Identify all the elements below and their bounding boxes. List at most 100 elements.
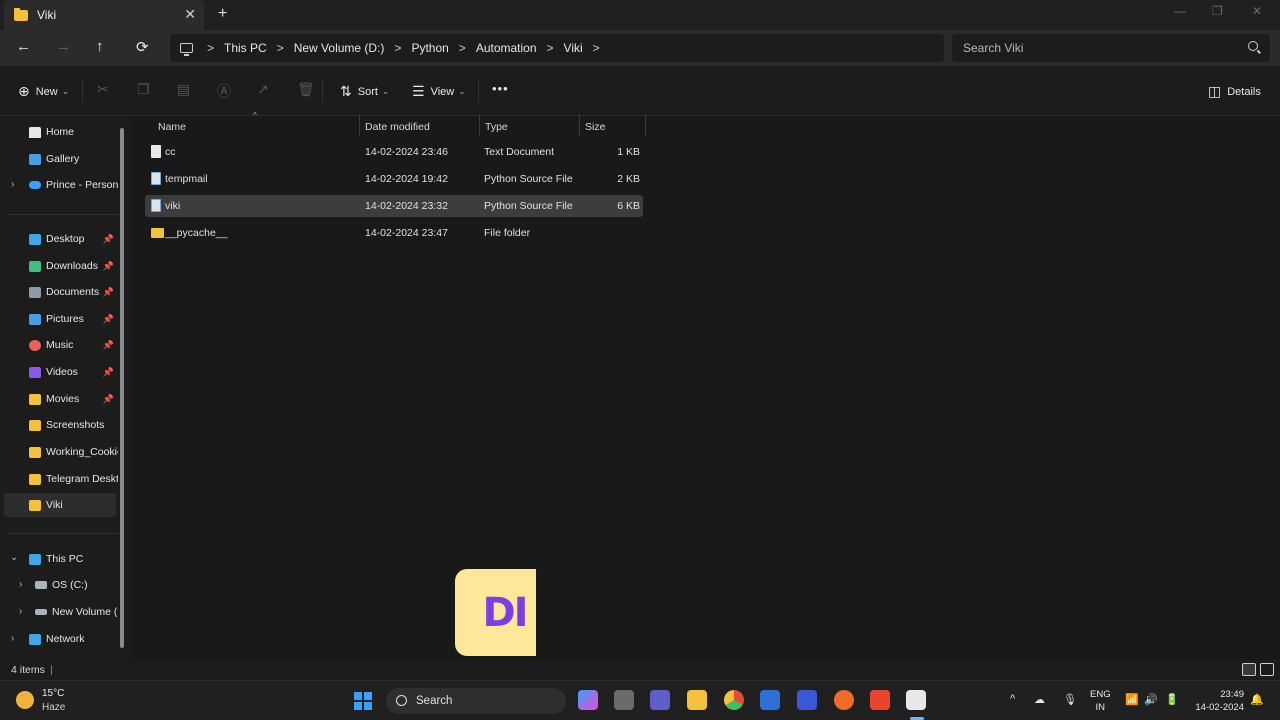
delete-icon[interactable]: 🗑 — [297, 81, 315, 98]
details-button[interactable]: ◫ Details — [1208, 83, 1261, 100]
details-view-icon[interactable] — [1242, 663, 1256, 676]
teams-icon[interactable] — [650, 690, 670, 710]
sidebar-item-working-cookie[interactable]: Working_Cookie — [0, 440, 118, 464]
onedrive-tray-icon[interactable]: ☁ — [1034, 693, 1045, 706]
sidebar-item-desktop[interactable]: Desktop 📌 — [0, 227, 118, 251]
tab-close-button[interactable]: ✕ — [184, 6, 196, 23]
sort-button[interactable]: ⇅ Sort ⌄ — [340, 83, 389, 100]
chrome-icon[interactable] — [724, 690, 744, 710]
sidebar-item-pictures[interactable]: Pictures 📌 — [0, 307, 118, 331]
rename-icon[interactable]: Ⓐ — [217, 81, 231, 101]
breadcrumb-automation[interactable]: Automation — [476, 41, 537, 55]
column-header-name[interactable]: Name — [158, 118, 186, 136]
tiles-view-icon[interactable] — [1260, 663, 1274, 676]
vscode-alt-icon[interactable] — [797, 690, 817, 710]
column-divider[interactable] — [579, 114, 580, 136]
table-row[interactable]: cc 14-02-2024 23:46 Text Document 1 KB — [145, 141, 643, 163]
file-type: File folder — [484, 227, 531, 239]
column-divider[interactable] — [645, 114, 646, 136]
paste-icon[interactable]: ▤ — [177, 81, 190, 98]
sidebar-item-movies[interactable]: Movies 📌 — [0, 387, 118, 411]
column-header-date[interactable]: Date modified — [365, 118, 430, 136]
forward-button[interactable]: → — [56, 38, 71, 55]
breadcrumb-viki[interactable]: Viki — [564, 41, 583, 55]
column-header-size[interactable]: Size — [585, 118, 605, 136]
breadcrumb-separator-icon[interactable]: > — [547, 41, 554, 55]
sidebar-scrollbar[interactable] — [120, 128, 124, 648]
address-bar[interactable]: > This PC > New Volume (D:) > Python > A… — [170, 34, 944, 62]
weather-sun-icon[interactable] — [16, 691, 34, 709]
microphone-icon[interactable]: 🎙 — [1063, 693, 1077, 706]
sidebar-item-network[interactable]: Network — [0, 627, 118, 651]
file-explorer-icon[interactable] — [687, 690, 707, 710]
sidebar-item-telegram-desktop[interactable]: Telegram Deskto — [0, 467, 118, 491]
file-name: __pycache__ — [165, 227, 228, 239]
column-divider[interactable] — [359, 114, 360, 136]
sidebar-item-gallery[interactable]: Gallery — [0, 147, 118, 171]
sidebar-item-documents[interactable]: Documents 📌 — [0, 280, 118, 304]
brave-icon[interactable] — [870, 690, 890, 710]
language-indicator[interactable]: ENG IN — [1090, 688, 1111, 714]
command-bar: ⊕ New ⌄ ✂ ❐ ▤ Ⓐ ↗ 🗑 ⇅ Sort ⌄ ☰ View ⌄ ••… — [0, 66, 1280, 116]
column-divider[interactable] — [479, 114, 480, 136]
copilot-icon[interactable] — [578, 690, 598, 710]
breadcrumb-python[interactable]: Python — [411, 41, 448, 55]
copy-icon[interactable]: ❐ — [137, 81, 150, 98]
sidebar-item-label: New Volume (I — [52, 606, 118, 618]
close-window-button[interactable]: ✕ — [1252, 4, 1262, 18]
sidebar-item-this-pc[interactable]: This PC — [0, 547, 118, 571]
cut-icon[interactable]: ✂ — [97, 81, 109, 98]
sidebar-item-onedrive[interactable]: Prince - Persona — [0, 173, 118, 197]
sidebar-item-drive-d[interactable]: New Volume (I — [0, 600, 118, 624]
desktop-icon — [29, 233, 41, 245]
refresh-button[interactable]: ⟳ — [136, 38, 149, 56]
back-button[interactable]: ← — [16, 38, 31, 55]
volume-icon[interactable]: 🔊 — [1144, 693, 1158, 706]
breadcrumb-this-pc[interactable]: This PC — [224, 41, 267, 55]
new-button[interactable]: ⊕ New ⌄ — [18, 83, 69, 100]
new-tab-button[interactable]: + — [218, 5, 227, 23]
tab-viki[interactable]: Viki ✕ — [4, 0, 204, 30]
wifi-icon[interactable]: 📶 — [1125, 693, 1139, 706]
breadcrumb-new-volume[interactable]: New Volume (D:) — [294, 41, 385, 55]
sidebar-item-downloads[interactable]: Downloads 📌 — [0, 254, 118, 278]
sidebar-item-videos[interactable]: Videos 📌 — [0, 360, 118, 384]
navigation-pane: Home Gallery › Prince - Persona Desktop … — [0, 116, 130, 660]
tray-expand-icon[interactable]: ^ — [1010, 693, 1015, 705]
more-options-button[interactable]: ••• — [492, 81, 509, 96]
taskbar-search[interactable]: Search — [386, 688, 566, 714]
windows-start-icon[interactable] — [354, 692, 372, 710]
up-button[interactable]: ↑ — [96, 38, 104, 55]
weather-condition[interactable]: Haze — [42, 702, 65, 713]
file-list: ^ Name Date modified Type Size cc 14-02-… — [131, 111, 1280, 660]
view-button[interactable]: ☰ View ⌄ — [412, 83, 466, 100]
table-row[interactable]: __pycache__ 14-02-2024 23:47 File folder — [145, 222, 643, 244]
battery-icon[interactable]: 🔋 — [1165, 693, 1179, 706]
breadcrumb-separator-icon[interactable]: > — [593, 41, 600, 55]
notepad-icon[interactable] — [906, 690, 926, 710]
task-view-icon[interactable] — [614, 690, 634, 710]
table-row[interactable]: tempmail 14-02-2024 19:42 Python Source … — [145, 168, 643, 190]
sidebar-item-music[interactable]: Music 📌 — [0, 333, 118, 357]
breadcrumb-separator-icon[interactable]: > — [207, 41, 214, 55]
file-size: 2 KB — [617, 173, 640, 185]
table-row[interactable]: viki 14-02-2024 23:32 Python Source File… — [145, 195, 643, 217]
sidebar-item-drive-c[interactable]: OS (C:) — [0, 573, 118, 597]
notification-bell-icon[interactable]: 🔔 — [1250, 693, 1264, 706]
share-icon[interactable]: ↗ — [257, 81, 269, 98]
sidebar-item-screenshots[interactable]: Screenshots — [0, 413, 118, 437]
breadcrumb-separator-icon[interactable]: > — [277, 41, 284, 55]
firefox-icon[interactable] — [834, 690, 854, 710]
minimize-button[interactable]: — — [1174, 4, 1186, 18]
weather-temperature[interactable]: 15°C — [42, 688, 64, 699]
search-input[interactable]: Search Viki — [952, 34, 1270, 62]
breadcrumb-separator-icon[interactable]: > — [394, 41, 401, 55]
column-header-type[interactable]: Type — [485, 118, 508, 136]
store-icon[interactable] — [760, 690, 780, 710]
breadcrumb-separator-icon[interactable]: > — [459, 41, 466, 55]
sidebar-item-label: Telegram Deskto — [46, 473, 118, 485]
clock[interactable]: 23:49 14-02-2024 — [1192, 688, 1244, 714]
sidebar-item-viki[interactable]: Viki — [4, 493, 116, 517]
maximize-button[interactable]: ❐ — [1212, 4, 1223, 18]
sidebar-item-home[interactable]: Home — [0, 120, 118, 144]
